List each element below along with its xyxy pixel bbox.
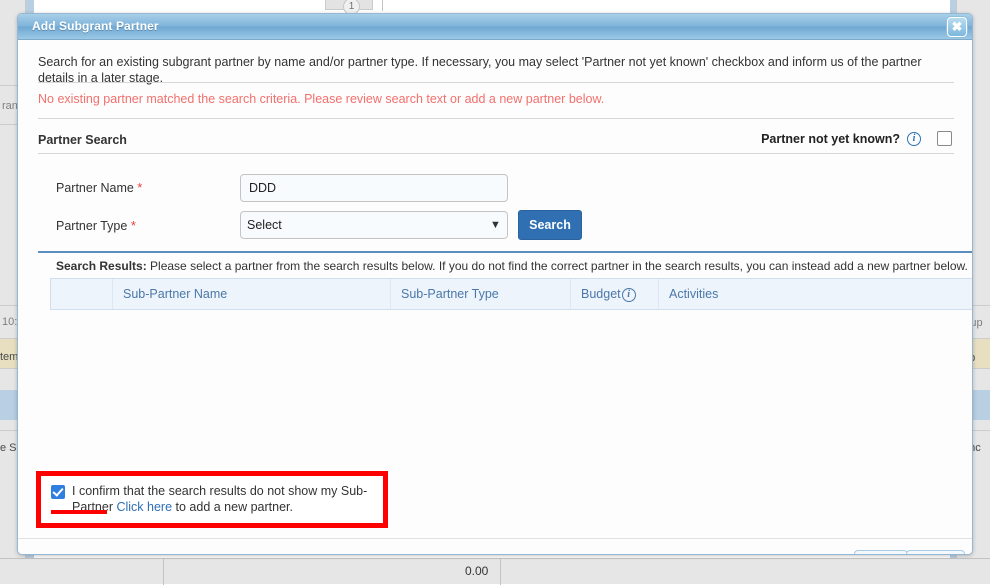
close-button[interactable]: Close (906, 550, 965, 555)
table-header-sub-partner-type: Sub-Partner Type (391, 279, 571, 309)
confirm-checkbox[interactable] (51, 485, 65, 499)
section-divider (38, 251, 973, 253)
close-icon[interactable]: ✖ (947, 17, 967, 37)
divider (38, 82, 954, 83)
info-icon[interactable]: i (622, 288, 636, 302)
divider (38, 153, 954, 154)
bg-tab-separator (382, 0, 383, 11)
required-marker: * (131, 218, 136, 233)
partner-not-known-label: Partner not yet known? (761, 132, 900, 146)
dialog-title: Add Subgrant Partner (32, 19, 159, 33)
click-here-link[interactable]: Click here (116, 500, 172, 514)
table-header-budget: Budgeti (571, 279, 659, 309)
search-results-table: Sub-Partner Name Sub-Partner Type Budget… (50, 278, 973, 310)
partner-type-label: Partner Type * (56, 218, 136, 233)
partner-type-label-text: Partner Type (56, 219, 127, 233)
partner-name-input[interactable] (240, 174, 508, 202)
table-header-sub-partner-name: Sub-Partner Name (113, 279, 391, 309)
bg-summary-row: 0.00 (0, 558, 990, 584)
partner-type-select[interactable]: Select (240, 211, 508, 239)
partner-not-known-group: Partner not yet known? i (761, 131, 952, 146)
partner-not-known-checkbox[interactable] (937, 131, 952, 146)
search-results-description: Please select a partner from the search … (147, 259, 968, 273)
bg-cell-separator (500, 559, 501, 585)
footer-divider (18, 538, 973, 539)
bg-cell-separator (163, 559, 164, 585)
confirm-text-after: to add a new partner. (172, 500, 293, 514)
add-subgrant-partner-dialog: Add Subgrant Partner ✖ Search for an exi… (17, 13, 973, 555)
info-icon[interactable]: i (907, 132, 921, 146)
bg-total-value: 0.00 (465, 564, 488, 578)
search-error-message: No existing partner matched the search c… (38, 92, 604, 106)
save-button[interactable]: Save (854, 550, 908, 555)
partner-name-label-text: Partner Name (56, 181, 134, 195)
confirm-text: I confirm that the search results do not… (72, 483, 382, 515)
table-header-select (51, 279, 113, 309)
dialog-body: Search for an existing subgrant partner … (18, 40, 972, 555)
search-results-label: Search Results: (56, 259, 147, 273)
search-results-note: Search Results: Please select a partner … (56, 259, 968, 273)
dialog-titlebar: Add Subgrant Partner ✖ (18, 14, 972, 40)
search-button[interactable]: Search (518, 210, 582, 240)
table-header-activities: Activities (659, 279, 973, 309)
annotation-underline (51, 510, 107, 514)
partner-name-label: Partner Name * (56, 180, 142, 195)
partner-search-heading: Partner Search (38, 133, 127, 147)
required-marker: * (137, 180, 142, 195)
table-header-budget-text: Budget (581, 287, 621, 301)
divider (38, 118, 954, 119)
